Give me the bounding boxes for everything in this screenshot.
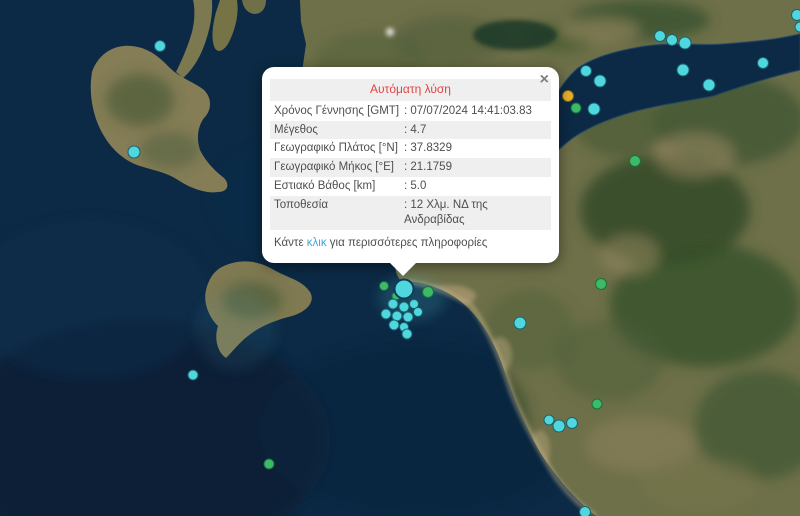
popup-row-value: : 21.1759 <box>404 160 547 175</box>
popup-row: Γεωγραφικό Πλάτος [°N] : 37.8329 <box>270 139 551 158</box>
footer-text-suffix: για περισσότερες πληροφορίες <box>327 237 488 249</box>
popup-table: Χρόνος Γέννησης [GMT] : 07/07/2024 14:41… <box>270 102 551 231</box>
earthquake-marker[interactable] <box>403 312 414 323</box>
earthquake-marker[interactable] <box>188 370 199 381</box>
popup-arrow <box>390 263 416 276</box>
earthquake-marker[interactable] <box>666 34 678 46</box>
earthquake-marker[interactable] <box>588 103 601 116</box>
earthquake-marker[interactable] <box>514 317 527 330</box>
popup-row: Τοποθεσία : 12 Χλμ. ΝΔ της Ανδραβίδας <box>270 196 551 230</box>
earthquake-marker[interactable] <box>381 309 392 320</box>
popup-row-value: : 12 Χλμ. ΝΔ της Ανδραβίδας <box>404 198 547 228</box>
close-icon[interactable]: × <box>538 70 551 90</box>
popup-row-value: : 07/07/2024 14:41:03.83 <box>404 104 547 119</box>
popup-row-label: Γεωγραφικό Μήκος [°E] <box>274 160 404 175</box>
earthquake-marker[interactable] <box>629 155 641 167</box>
earthquake-marker[interactable] <box>388 299 399 310</box>
popup-title: Αυτόματη λύση <box>270 79 551 101</box>
popup-row-label: Εστιακό Βάθος [km] <box>274 179 404 194</box>
popup-row-value: : 5.0 <box>404 179 547 194</box>
earthquake-marker[interactable] <box>566 417 578 429</box>
earthquake-marker[interactable] <box>154 40 166 52</box>
earthquake-marker[interactable] <box>264 459 275 470</box>
earthquake-marker[interactable] <box>579 506 591 516</box>
popup-row-label: Χρόνος Γέννησης [GMT] <box>274 104 404 119</box>
earthquake-marker[interactable] <box>402 329 413 340</box>
earthquake-marker[interactable] <box>379 281 389 291</box>
earthquake-marker[interactable] <box>795 22 800 33</box>
earthquake-marker[interactable] <box>654 30 666 42</box>
popup-row: Μέγεθος : 4.7 <box>270 121 551 140</box>
popup-row-label: Μέγεθος <box>274 123 404 138</box>
earthquake-marker[interactable] <box>580 65 592 77</box>
earthquake-marker[interactable] <box>595 278 607 290</box>
earthquake-marker[interactable] <box>413 307 423 317</box>
popup-row-value: : 37.8329 <box>404 141 547 156</box>
more-info-link[interactable]: κλικ <box>307 237 327 249</box>
earthquake-marker[interactable] <box>571 103 582 114</box>
earthquake-marker[interactable] <box>592 399 603 410</box>
popup-row: Εστιακό Βάθος [km] : 5.0 <box>270 177 551 196</box>
earthquake-marker-main[interactable] <box>394 279 415 300</box>
earthquake-marker[interactable] <box>757 57 769 69</box>
earthquake-popup: × Αυτόματη λύση Χρόνος Γέννησης [GMT] : … <box>262 67 559 263</box>
popup-footer: Κάντε κλικ για περισσότερες πληροφορίες <box>270 230 551 252</box>
popup-row-label: Τοποθεσία <box>274 198 404 213</box>
popup-row-value: : 4.7 <box>404 123 547 138</box>
popup-row: Χρόνος Γέννησης [GMT] : 07/07/2024 14:41… <box>270 102 551 121</box>
popup-row: Γεωγραφικό Μήκος [°E] : 21.1759 <box>270 158 551 177</box>
popup-row-label: Γεωγραφικό Πλάτος [°N] <box>274 141 404 156</box>
earthquake-marker[interactable] <box>679 37 692 50</box>
earthquake-marker[interactable] <box>677 64 690 77</box>
earthquake-marker[interactable] <box>703 79 716 92</box>
earthquake-marker[interactable] <box>422 286 434 298</box>
footer-text-prefix: Κάντε <box>274 237 307 249</box>
earthquake-marker[interactable] <box>553 420 566 433</box>
earthquake-marker[interactable] <box>791 9 800 21</box>
earthquake-marker[interactable] <box>389 320 400 331</box>
earthquake-marker[interactable] <box>128 146 141 159</box>
earthquake-marker[interactable] <box>562 90 574 102</box>
earthquake-marker[interactable] <box>594 75 607 88</box>
earthquake-map-app: × Αυτόματη λύση Χρόνος Γέννησης [GMT] : … <box>0 0 800 516</box>
